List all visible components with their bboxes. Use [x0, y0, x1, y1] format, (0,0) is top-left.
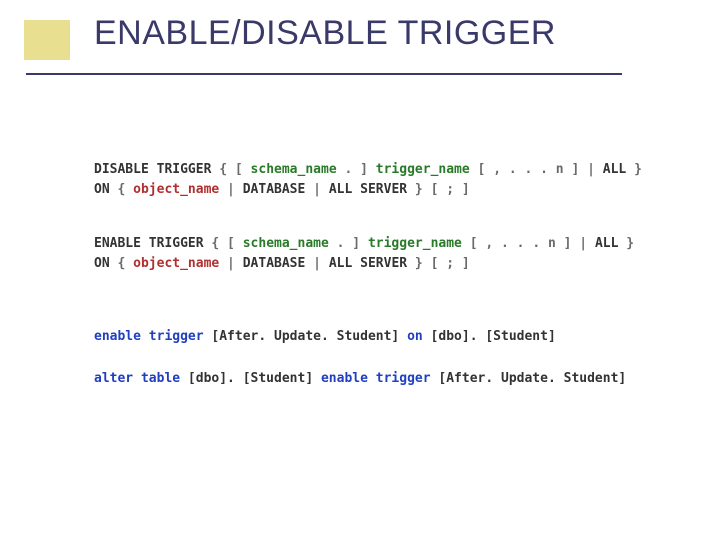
punct: } [ ; ]	[407, 256, 470, 271]
punct: { [	[211, 162, 250, 177]
slide-title: ENABLE/DISABLE TRIGGER	[94, 14, 556, 53]
param-object-name: object_name	[133, 182, 219, 197]
kw-database: DATABASE	[243, 256, 306, 271]
punct: |	[305, 256, 328, 271]
kw-all: ALL	[603, 162, 626, 177]
example-alter-table: alter table [dbo]. [Student] enable trig…	[94, 369, 674, 389]
param-trigger-name: trigger_name	[376, 162, 470, 177]
punct: { [	[204, 236, 243, 251]
punct: . ]	[337, 162, 376, 177]
repeat-n: , . . . n	[493, 162, 563, 177]
punct: ] |	[564, 162, 603, 177]
kw-all: ALL	[595, 236, 618, 251]
param-object-name: object_name	[133, 256, 219, 271]
punct: |	[219, 256, 242, 271]
kw-disable-trigger: DISABLE TRIGGER	[94, 162, 211, 177]
kw-on: ON	[94, 256, 110, 271]
kw-database: DATABASE	[243, 182, 306, 197]
punct: }	[618, 236, 634, 251]
kw-all-server: ALL SERVER	[329, 256, 407, 271]
spacer	[94, 309, 674, 327]
param-schema-name: schema_name	[243, 236, 329, 251]
ident-trigger: [After. Update. Student]	[431, 371, 627, 386]
kw-all-server: ALL SERVER	[329, 182, 407, 197]
kw-alter-table: alter table	[94, 371, 180, 386]
slide-body: DISABLE TRIGGER { [ schema_name . ] trig…	[94, 160, 674, 423]
title-underline	[26, 73, 622, 75]
example-enable-trigger: enable trigger [After. Update. Student] …	[94, 327, 674, 347]
punct: }	[626, 162, 642, 177]
ident-trigger: [After. Update. Student]	[204, 329, 408, 344]
param-schema-name: schema_name	[251, 162, 337, 177]
kw-enable-trigger: enable trigger	[321, 371, 431, 386]
ident-table: [dbo]. [Student]	[423, 329, 556, 344]
punct: [	[462, 236, 485, 251]
punct: |	[219, 182, 242, 197]
accent-square	[24, 20, 70, 60]
repeat-n: , . . . n	[485, 236, 555, 251]
kw-on: on	[407, 329, 423, 344]
syntax-disable: DISABLE TRIGGER { [ schema_name . ] trig…	[94, 160, 674, 200]
punct: } [ ; ]	[407, 182, 470, 197]
punct: {	[110, 256, 133, 271]
param-trigger-name: trigger_name	[368, 236, 462, 251]
punct: [	[470, 162, 493, 177]
kw-on: ON	[94, 182, 110, 197]
punct: ] |	[556, 236, 595, 251]
punct: . ]	[329, 236, 368, 251]
ident-table: [dbo]. [Student]	[180, 371, 321, 386]
kw-enable-trigger: enable trigger	[94, 329, 204, 344]
punct: |	[305, 182, 328, 197]
punct: {	[110, 182, 133, 197]
kw-enable-trigger: ENABLE TRIGGER	[94, 236, 204, 251]
slide: ENABLE/DISABLE TRIGGER DISABLE TRIGGER {…	[0, 0, 720, 540]
syntax-enable: ENABLE TRIGGER { [ schema_name . ] trigg…	[94, 234, 674, 274]
